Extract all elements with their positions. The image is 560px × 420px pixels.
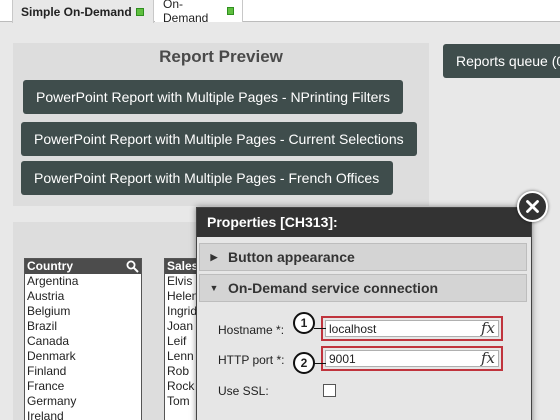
hostname-field[interactable]: localhost fx: [325, 320, 499, 337]
http-port-highlight: 9001 fx: [321, 346, 503, 371]
search-icon[interactable]: [126, 260, 139, 273]
use-ssl-checkbox[interactable]: [323, 384, 336, 397]
section-label: On-Demand service connection: [228, 280, 439, 296]
hostname-highlight: localhost fx: [321, 316, 503, 341]
list-item[interactable]: Austria: [25, 289, 141, 304]
hostname-label: Hostname *:: [218, 323, 285, 337]
tab-on-demand[interactable]: On-Demand: [155, 0, 243, 25]
caret-right-icon: ▶: [210, 251, 218, 262]
close-icon: [526, 200, 539, 213]
tab-simple-on-demand[interactable]: Simple On-Demand: [12, 0, 154, 23]
list-item[interactable]: Finland: [25, 364, 141, 379]
fx-expression-icon[interactable]: fx: [481, 350, 495, 367]
tab-label: On-Demand: [163, 0, 209, 25]
list-item[interactable]: Argentina: [25, 274, 141, 289]
list-item[interactable]: Ireland: [25, 409, 141, 420]
list-item[interactable]: France: [25, 379, 141, 394]
sheet-tab-bar: Simple On-Demand On-Demand: [0, 0, 560, 25]
listbox-title: Sales: [167, 259, 199, 273]
tab-label: Simple On-Demand: [21, 4, 132, 19]
list-item[interactable]: Canada: [25, 334, 141, 349]
list-item[interactable]: Brazil: [25, 319, 141, 334]
report-preview-panel: Report Preview PowerPoint Report with Mu…: [13, 43, 429, 206]
status-dot-icon: [135, 7, 144, 16]
report-button-nprinting-filters[interactable]: PowerPoint Report with Multiple Pages - …: [23, 80, 403, 114]
report-button-current-selections[interactable]: PowerPoint Report with Multiple Pages - …: [21, 122, 417, 156]
callout-line: [314, 363, 326, 364]
use-ssl-label: Use SSL:: [218, 384, 269, 398]
section-service-connection[interactable]: ▼ On-Demand service connection: [199, 274, 527, 302]
list-item[interactable]: Denmark: [25, 349, 141, 364]
http-port-field[interactable]: 9001 fx: [325, 350, 499, 367]
report-preview-title: Report Preview: [159, 47, 283, 66]
caret-down-icon: ▼: [209, 283, 219, 293]
country-listbox: Country Argentina Austria Belgium Brazil…: [24, 258, 142, 420]
callout-line: [314, 328, 326, 329]
report-button-french-offices[interactable]: PowerPoint Report with Multiple Pages - …: [21, 161, 393, 195]
callout-marker-2: 2: [293, 352, 315, 374]
http-port-value: 9001: [329, 352, 356, 366]
fx-expression-icon[interactable]: fx: [481, 320, 495, 337]
dialog-title: Properties [CH313]:: [197, 208, 531, 237]
section-button-appearance[interactable]: ▶ Button appearance: [199, 243, 527, 271]
properties-dialog: Properties [CH313]: ▶ Button appearance …: [196, 207, 532, 420]
section-label: Button appearance: [228, 249, 355, 265]
reports-queue-button[interactable]: Reports queue (0: [443, 44, 560, 78]
callout-marker-1: 1: [293, 312, 315, 334]
hostname-value: localhost: [329, 322, 377, 336]
list-item[interactable]: Belgium: [25, 304, 141, 319]
listbox-title: Country: [27, 259, 73, 273]
close-dialog-button[interactable]: [517, 191, 548, 222]
http-port-label: HTTP port *:: [218, 353, 285, 367]
country-listbox-header: Country: [25, 259, 141, 274]
status-dot-icon: [226, 7, 234, 15]
list-item[interactable]: Germany: [25, 394, 141, 409]
